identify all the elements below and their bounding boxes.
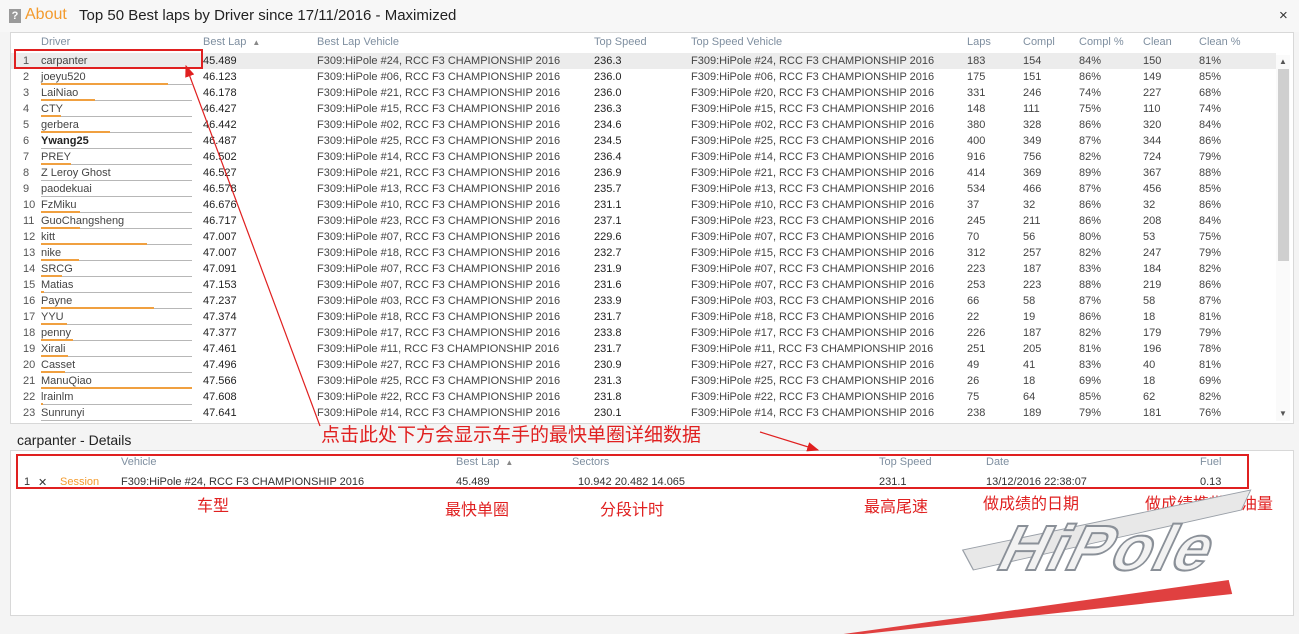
arrow-to-driver: [185, 64, 321, 427]
hipole-logo: HiPole: [843, 489, 1252, 634]
svg-text:HiPole: HiPole: [987, 513, 1231, 584]
annotation-arrows: HiPole: [185, 64, 1252, 634]
arrow-to-details: [759, 431, 820, 452]
